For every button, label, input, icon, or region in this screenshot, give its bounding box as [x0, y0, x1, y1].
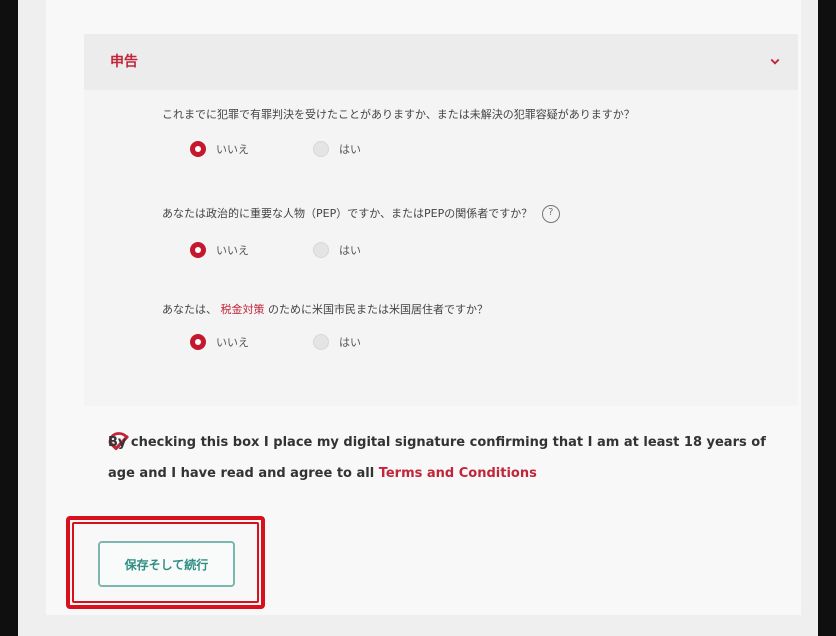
option-yes-label: はい [339, 143, 361, 156]
declaration-section: 申告 これまでに犯罪で有罪判決を受けたことがありますか、または未解決の犯罪容疑が… [84, 34, 798, 406]
question-3-option-yes[interactable]: はい [313, 334, 361, 350]
terms-link[interactable]: Terms and Conditions [379, 466, 537, 481]
question-3-text-a: あなたは、 [162, 303, 217, 316]
consent-text: By checking this box I place my digital … [108, 427, 778, 489]
option-no-label: いいえ [216, 244, 249, 257]
question-3-text: あなたは、 税金対策 のために米国市民または米国居住者ですか？ [162, 301, 488, 317]
question-1-option-yes[interactable]: はい [313, 141, 361, 157]
help-icon[interactable]: ? [541, 205, 560, 223]
option-no-label: いいえ [216, 336, 249, 349]
chevron-down-icon[interactable] [766, 52, 784, 70]
question-2-option-no[interactable]: いいえ [190, 242, 249, 258]
section-header[interactable]: 申告 [84, 34, 798, 90]
question-2-option-yes[interactable]: はい [313, 242, 361, 258]
question-2-text: あなたは政治的に重要な人物（PEP）ですか、またはPEPの関係者ですか？ ? [162, 205, 560, 223]
question-2-text-a: あなたは政治的に重要な人物（PEP）ですか、またはPEPの関係者ですか？ [162, 207, 533, 220]
section-title: 申告 [110, 54, 138, 70]
question-1-option-no[interactable]: いいえ [190, 141, 249, 157]
radio-selected-icon[interactable] [190, 242, 206, 258]
radio-unselected-icon[interactable] [313, 141, 329, 157]
question-3-highlight: 税金対策 [220, 303, 265, 316]
question-1-text: これまでに犯罪で有罪判決を受けたことがありますか、または未解決の犯罪容疑がありま… [162, 106, 635, 122]
radio-unselected-icon[interactable] [313, 334, 329, 350]
option-yes-label: はい [339, 336, 361, 349]
page-background: 申告 これまでに犯罪で有罪判決を受けたことがありますか、または未解決の犯罪容疑が… [18, 0, 818, 636]
question-3-option-no[interactable]: いいえ [190, 334, 249, 350]
save-continue-button[interactable]: 保存そして続行 [98, 541, 235, 587]
radio-selected-icon[interactable] [190, 141, 206, 157]
radio-selected-icon[interactable] [190, 334, 206, 350]
question-3-text-b: のために米国市民または米国居住者ですか？ [268, 303, 488, 316]
option-yes-label: はい [339, 244, 361, 257]
question-1-text-a: これまでに犯罪で有罪判決を受けたことがありますか、または未解決の犯罪容疑がありま… [162, 108, 635, 121]
option-no-label: いいえ [216, 143, 249, 156]
radio-unselected-icon[interactable] [313, 242, 329, 258]
